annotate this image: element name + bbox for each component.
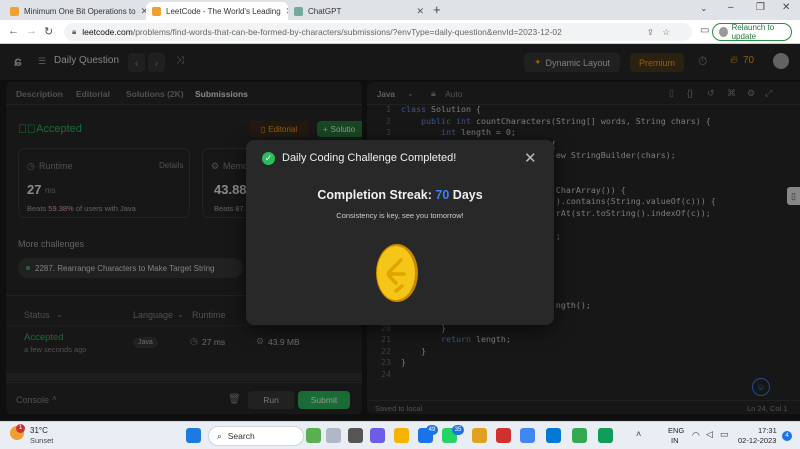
record-icon[interactable] (496, 428, 511, 443)
teams-icon[interactable] (370, 428, 385, 443)
leetcode-favicon-icon (152, 6, 161, 16)
window-close-icon[interactable]: ✕ (782, 2, 790, 13)
browser-tab-bar: Minimum One Bit Operations to ✕ LeetCode… (0, 0, 800, 20)
modal-subtitle: Consistency is key, see you tomorrow! (336, 211, 464, 220)
search-icon: ⌕ (217, 430, 222, 441)
challenge-completed-modal: ✓ Daily Coding Challenge Completed! ✕ Co… (246, 140, 554, 325)
edge-icon[interactable] (598, 428, 613, 443)
tab-title: LeetCode - The World's Leading (166, 6, 281, 16)
camera-icon[interactable] (348, 428, 363, 443)
restore-icon[interactable]: ❐ (756, 2, 765, 13)
success-check-icon: ✓ (262, 152, 275, 165)
leetcode-favicon-icon (10, 6, 19, 16)
taskbar-search[interactable]: ⌕ Search (208, 426, 304, 446)
clock-date: 02-12-2023 (738, 436, 777, 445)
weather-desc: Sunset (30, 436, 54, 445)
close-icon[interactable]: ✕ (524, 149, 537, 167)
wifi-icon[interactable]: ◠ (692, 430, 700, 441)
address-bar: ← → ↻ 🔒︎ leetcode.com/problems/find-word… (0, 20, 800, 44)
chatgpt-favicon-icon (294, 6, 303, 16)
tab-title: Minimum One Bit Operations to (24, 6, 136, 16)
leetcode-coin-icon (374, 243, 420, 303)
windows-taskbar: 1 31°C Sunset ⌕ Search 49 35 ˄ ENG IN ◠ … (0, 421, 800, 449)
battery-icon[interactable]: ▭ (720, 429, 729, 440)
forward-icon[interactable]: → (26, 25, 37, 37)
whatsapp-badge: 35 (452, 425, 464, 435)
relaunch-label: Relaunch to update (731, 23, 775, 41)
lock-icon: 🔒︎ (72, 27, 77, 36)
weather-temp[interactable]: 31°C (30, 426, 48, 435)
bookmark-star-icon[interactable]: ☆ (662, 27, 670, 38)
task-view-icon[interactable] (326, 428, 341, 443)
avatar (719, 27, 728, 37)
widget-icon[interactable] (306, 428, 321, 443)
url-path: /problems/find-words-that-can-be-formed-… (132, 27, 562, 37)
clock-time[interactable]: 17:31 (758, 426, 777, 435)
minimize-icon[interactable]: – (728, 2, 734, 13)
streak-unit: Days (452, 188, 483, 202)
tab-title: ChatGPT (308, 6, 342, 16)
streak-value: 70 (435, 188, 450, 202)
windows-start-icon[interactable] (186, 428, 201, 443)
streak-label: Completion Streak: (317, 188, 432, 202)
sublime-icon[interactable] (472, 428, 487, 443)
language-top[interactable]: ENG (668, 426, 684, 435)
weather-badge: 1 (16, 424, 25, 433)
share-icon[interactable]: ⇪ (647, 27, 654, 38)
back-icon[interactable]: ← (8, 25, 19, 37)
chevron-up-icon[interactable]: ˄ (636, 429, 641, 439)
chrome-profile-icon[interactable] (572, 428, 587, 443)
notification-badge[interactable]: 4 (782, 431, 792, 441)
file-explorer-icon[interactable] (394, 428, 409, 443)
tab-search-icon[interactable]: ⌄ (700, 3, 708, 14)
modal-title: Daily Coding Challenge Completed! (282, 152, 457, 164)
url-host: leetcode.com (82, 27, 133, 37)
tab-minimum-one-bit[interactable]: Minimum One Bit Operations to ✕ (4, 2, 146, 20)
chrome-icon[interactable] (520, 428, 535, 443)
new-tab-button[interactable]: + (433, 2, 441, 17)
volume-icon[interactable]: ◁ (706, 429, 713, 440)
side-panel-icon[interactable]: ▭ (700, 25, 709, 36)
close-tab-icon[interactable]: ✕ (416, 6, 424, 17)
vscode-icon[interactable] (546, 428, 561, 443)
reload-icon[interactable]: ↻ (44, 25, 53, 38)
mail-badge: 49 (426, 425, 438, 435)
streak-line: Completion Streak: 70 Days (246, 188, 554, 202)
language-bottom: IN (671, 436, 679, 445)
tab-chatgpt[interactable]: ChatGPT ✕ (288, 2, 430, 20)
url-field[interactable]: 🔒︎ leetcode.com/problems/find-words-that… (64, 23, 692, 41)
tab-leetcode[interactable]: LeetCode - The World's Leading ✕ (146, 2, 288, 20)
relaunch-button[interactable]: Relaunch to update (712, 23, 792, 41)
search-label: Search (227, 431, 255, 441)
